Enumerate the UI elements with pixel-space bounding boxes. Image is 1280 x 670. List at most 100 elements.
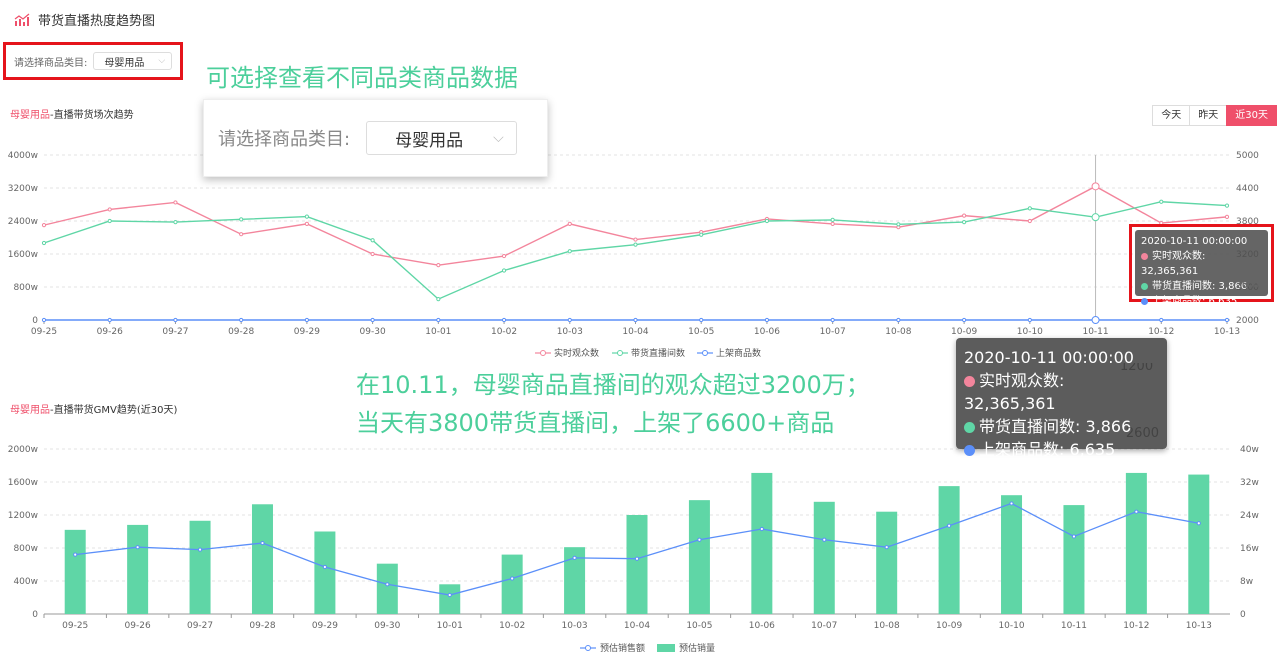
zoomed-select-value: 母婴用品	[395, 130, 464, 151]
chart1-point	[1224, 317, 1230, 323]
chart1-point	[370, 317, 375, 323]
chart1-x-tick-label: 10-07	[820, 327, 846, 337]
chart1-x-tick-label: 10-08	[885, 327, 911, 337]
chart1-point	[173, 220, 178, 225]
chart2-point	[510, 576, 515, 581]
zoomed-category-select[interactable]: 母婴用品 ⌵	[366, 121, 517, 155]
chart2-bar	[751, 472, 773, 614]
tooltip-small-row-products: 上架商品数: 6,635	[1141, 294, 1262, 309]
chevron-down-icon: ⌵	[493, 130, 504, 146]
dot-products	[1141, 297, 1148, 305]
chart2-bar	[1001, 495, 1023, 614]
chart2-x-tick-label: 09-29	[312, 621, 338, 631]
chart2-y-left-tick: 1600w	[8, 478, 38, 488]
chart2-bar	[251, 504, 273, 614]
chart2-bar	[127, 524, 149, 614]
chart1-point	[1159, 199, 1164, 204]
tooltip-small-products: 上架商品数: 6,635	[1152, 296, 1238, 307]
chart2-bar	[189, 520, 211, 614]
chart1-point	[239, 232, 244, 237]
chart1-y-right-tick: 2000	[1236, 316, 1259, 326]
chart2-x-tick-label: 10-10	[998, 621, 1024, 631]
chart1-point	[304, 214, 309, 219]
chart2-legend-label-bar: 预估销量	[679, 642, 715, 654]
chart1-point	[304, 221, 309, 226]
chart1-point	[962, 220, 967, 225]
chart1-y-left-tick: 800w	[13, 283, 38, 293]
chart2-point	[322, 564, 327, 570]
chart1-point	[41, 223, 47, 228]
tooltip-small-peek: 2600	[1236, 281, 1259, 291]
chart1-point	[962, 317, 967, 323]
chart1-point	[830, 221, 835, 226]
chart1-point	[896, 222, 901, 227]
chart2-point	[634, 556, 640, 561]
chart2-y-right-tick: 0	[1240, 610, 1246, 620]
chart2-x-tick-label: 09-28	[249, 621, 275, 631]
chart1-point	[239, 317, 244, 323]
chart2-y-left-tick: 400w	[13, 577, 38, 587]
chart1-x-tick-label: 10-09	[951, 327, 977, 337]
chart2-legend-label-line: 预估销售额	[600, 642, 645, 654]
chart1-point	[107, 207, 112, 212]
chart1-legend-marker	[540, 350, 546, 356]
annotation-insight-line1: 在10.11，母婴商品直播间的观众超过3200万；	[356, 371, 870, 399]
chart1-series-line-1	[43, 201, 1228, 300]
tooltip-large-products: 上架商品数: 6,635	[979, 440, 1116, 459]
chart1-point	[830, 217, 835, 222]
chart2-legend-marker	[585, 645, 591, 651]
chart2-x-tick-label: 10-07	[811, 621, 837, 631]
chart2-point	[1134, 509, 1139, 514]
chart1-point	[1091, 182, 1100, 191]
charts-canvas: 02000800w26001600w32002400w38003200w4400…	[8, 151, 1259, 654]
chart1-point	[567, 317, 572, 323]
chart1-point	[370, 238, 375, 243]
chart2-point	[759, 526, 764, 532]
chart1-point	[107, 218, 112, 224]
chart2-x-tick-label: 10-03	[562, 621, 588, 631]
chart1-point	[436, 297, 441, 302]
annotation-insight-line2: 当天有3800带货直播间，上架了6600+商品	[356, 409, 835, 437]
chart2-y-right-tick: 16w	[1240, 544, 1259, 554]
chart1-legend-marker	[617, 350, 623, 356]
chart2-bar	[813, 501, 835, 614]
dot-rooms	[964, 422, 975, 433]
chart2-y-left-tick: 1200w	[8, 511, 38, 521]
chart1-x-tick-label: 10-04	[622, 327, 648, 337]
chart2-bar	[1063, 505, 1085, 614]
chart1-y-left-tick: 1600w	[8, 250, 38, 260]
chart1-x-tick-label: 09-30	[360, 327, 386, 337]
chart2-y-right-tick: 40w	[1240, 445, 1259, 455]
chart2-x-tick-label: 10-13	[1186, 621, 1212, 631]
tooltip-small-row-viewers: 实时观众数: 32,365,361	[1141, 249, 1262, 279]
chart2-point	[697, 537, 702, 542]
chart1-point	[633, 317, 638, 323]
chart1-point	[764, 218, 770, 224]
chart2-x-tick-label: 09-27	[187, 621, 213, 631]
chart2-y-left-tick: 2000w	[8, 445, 38, 455]
chart1-point	[501, 268, 507, 273]
chart1-point	[633, 242, 638, 247]
chart1-y-left-tick: 2400w	[8, 217, 38, 227]
chart1-x-tick-label: 09-27	[162, 327, 188, 337]
chart2-y-left-tick: 800w	[13, 544, 38, 554]
chart1-point	[501, 253, 507, 259]
chart2-point	[947, 523, 952, 528]
chart2-x-tick-label: 09-30	[374, 621, 400, 631]
chart1-x-tick-label: 10-11	[1082, 327, 1108, 337]
chart2-point	[73, 552, 78, 557]
chart2-point	[572, 555, 577, 561]
tooltip-large-rooms: 带货直播间数: 3,866	[979, 417, 1132, 436]
chart1-point	[501, 317, 507, 323]
chart1-point	[436, 317, 441, 323]
chart1-point	[1027, 317, 1032, 323]
chart1-y-left-tick: 3200w	[8, 184, 38, 194]
chart1-y-left-tick: 4000w	[8, 151, 38, 161]
chart2-point	[884, 545, 889, 550]
chart2-x-tick-label: 10-04	[624, 621, 650, 631]
chart1-point	[370, 251, 375, 257]
chart1-point	[830, 317, 835, 323]
chart2-point	[1009, 501, 1014, 506]
chart2-x-tick-label: 10-11	[1061, 621, 1087, 631]
chart1-point	[633, 237, 638, 242]
